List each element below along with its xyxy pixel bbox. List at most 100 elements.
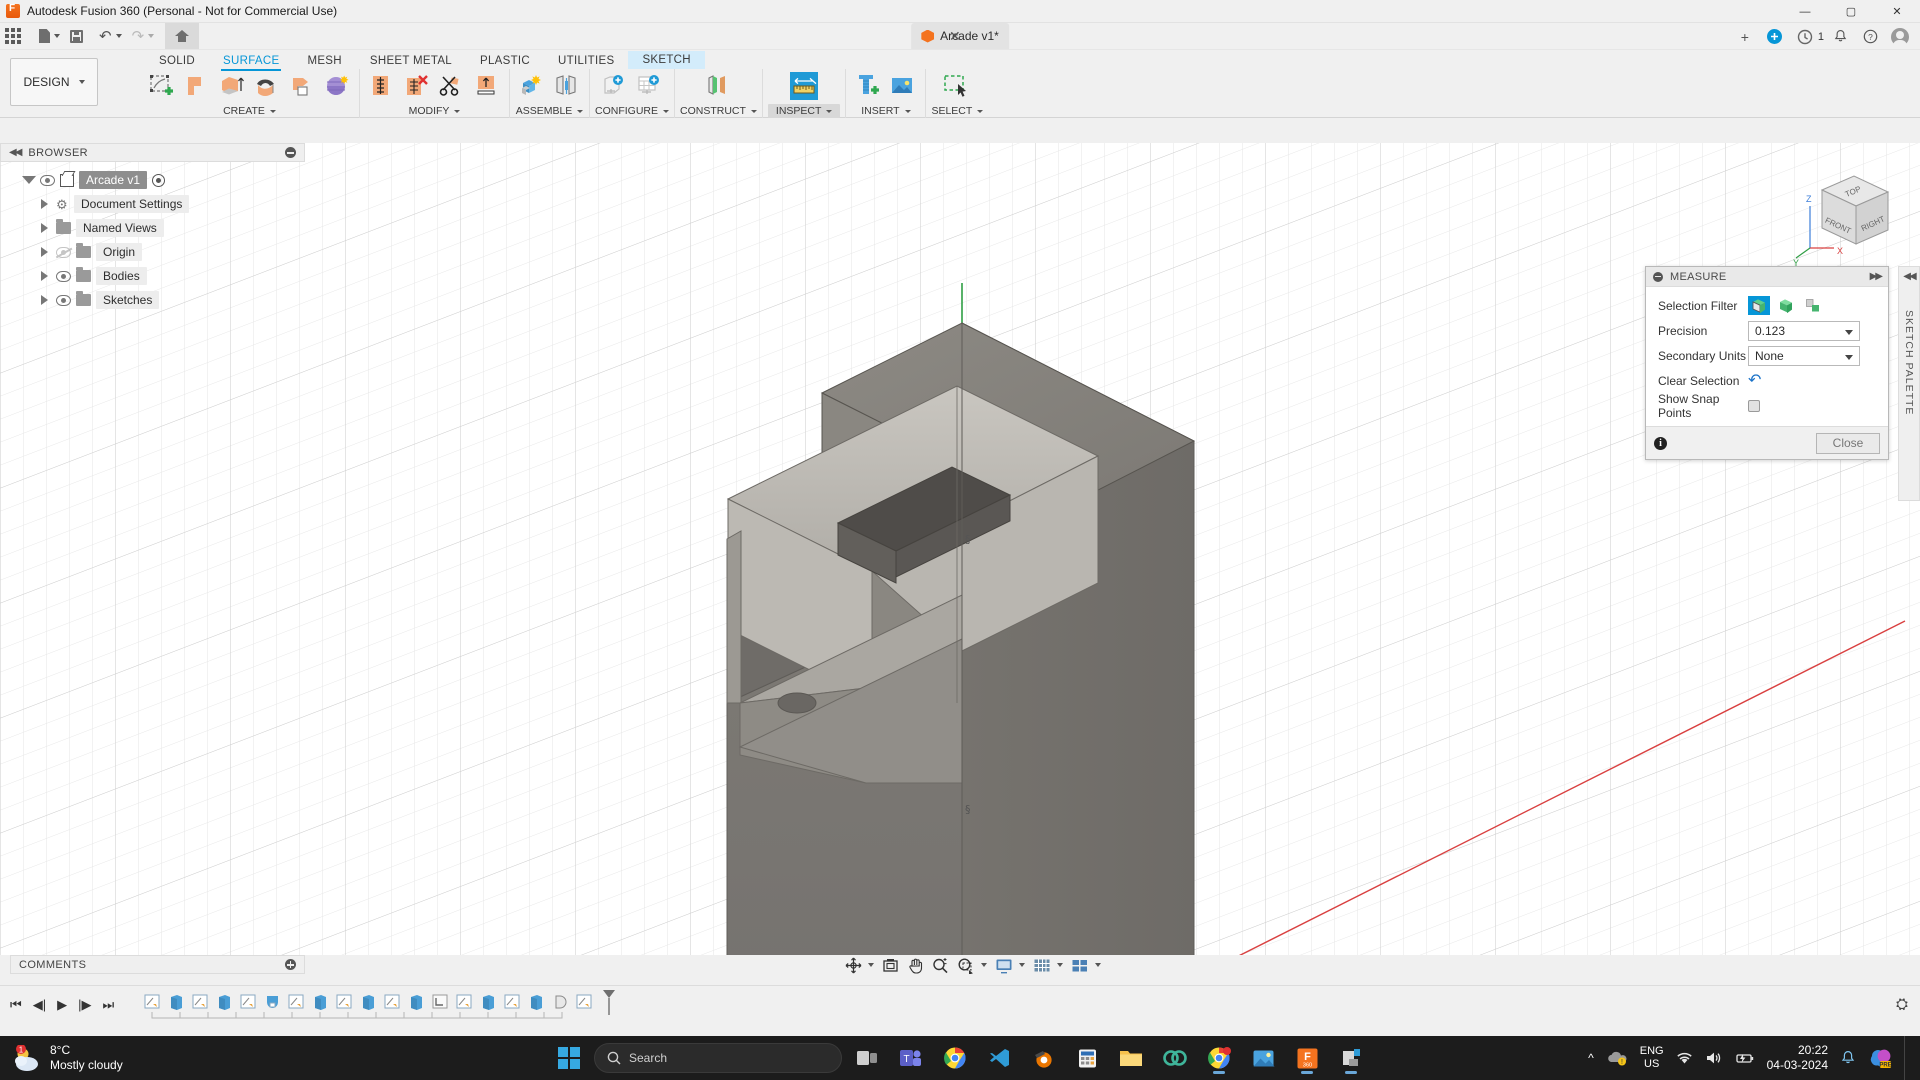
volume-icon[interactable] bbox=[1705, 1051, 1723, 1065]
tab-sketch[interactable]: SKETCH bbox=[628, 51, 705, 69]
go-to-end-button[interactable]: ⏭ bbox=[102, 997, 114, 1013]
stitch-button[interactable] bbox=[365, 70, 399, 102]
save-button[interactable] bbox=[65, 23, 88, 49]
teams-button[interactable]: T bbox=[894, 1041, 928, 1075]
browser-item-bodies[interactable]: Bodies bbox=[12, 264, 305, 288]
select-body-filter-button[interactable] bbox=[1775, 296, 1797, 315]
job-status-icon[interactable] bbox=[1791, 24, 1819, 50]
activate-component-radio[interactable] bbox=[152, 173, 166, 187]
visibility-eye-icon[interactable] bbox=[40, 174, 55, 186]
timeline-feature[interactable] bbox=[188, 991, 212, 1013]
expand-toggle[interactable] bbox=[38, 222, 51, 235]
photos-button[interactable] bbox=[1246, 1041, 1280, 1075]
tab-surface[interactable]: SURFACE bbox=[209, 53, 293, 71]
taskbar-clock[interactable]: 20:22 04-03-2024 bbox=[1767, 1043, 1828, 1073]
new-document-button[interactable] bbox=[34, 23, 65, 49]
wifi-icon[interactable] bbox=[1676, 1051, 1693, 1065]
trim-button[interactable] bbox=[435, 70, 469, 102]
browser-minimize-icon[interactable] bbox=[285, 147, 296, 158]
show-desktop-button[interactable] bbox=[1904, 1036, 1910, 1080]
sketch-palette-tab[interactable]: ◀◀ SKETCH PALETTE bbox=[1898, 266, 1920, 501]
extensions-icon[interactable] bbox=[1761, 24, 1789, 50]
timeline-feature[interactable] bbox=[572, 991, 596, 1013]
zoom-window-button[interactable] bbox=[954, 954, 990, 976]
browser-item-arcade-v1[interactable]: Arcade v1 bbox=[12, 168, 305, 192]
patch-button[interactable] bbox=[180, 70, 214, 102]
eclipse-button[interactable] bbox=[1158, 1041, 1192, 1075]
panel-assemble-label[interactable]: ASSEMBLE bbox=[516, 105, 584, 118]
visibility-eye-off-icon[interactable] bbox=[55, 246, 73, 258]
timeline-feature[interactable] bbox=[308, 991, 332, 1013]
redo-button[interactable]: ↷ bbox=[127, 23, 160, 49]
app-grid-button[interactable] bbox=[0, 23, 26, 49]
sweep-button[interactable] bbox=[285, 70, 319, 102]
clear-selection-undo-icon[interactable]: ↶ bbox=[1748, 372, 1761, 389]
blender-button[interactable] bbox=[1026, 1041, 1060, 1075]
calculator-button[interactable] bbox=[1070, 1041, 1104, 1075]
weather-widget[interactable]: 1 8°C Mostly cloudy bbox=[0, 1043, 123, 1073]
expand-toggle[interactable] bbox=[38, 246, 51, 259]
add-comment-icon[interactable] bbox=[285, 959, 296, 970]
panel-modify-label[interactable]: MODIFY bbox=[409, 105, 461, 118]
notification-bell-icon[interactable] bbox=[1840, 1050, 1856, 1066]
secondary-units-select[interactable]: None bbox=[1748, 345, 1860, 366]
timeline-settings-button[interactable]: ⛭ bbox=[1896, 996, 1920, 1013]
offset-plane-button[interactable] bbox=[701, 70, 735, 102]
tab-utilities[interactable]: UTILITIES bbox=[544, 53, 628, 69]
measure-expand-icon[interactable]: ▶▶ bbox=[1870, 271, 1883, 282]
create-sketch-button[interactable] bbox=[145, 70, 179, 102]
tab-mesh[interactable]: MESH bbox=[293, 53, 355, 69]
select-component-filter-button[interactable] bbox=[1802, 296, 1824, 315]
file-explorer-button[interactable] bbox=[1114, 1041, 1148, 1075]
orbit-button[interactable] bbox=[842, 954, 877, 976]
comments-panel[interactable]: COMMENTS bbox=[10, 955, 305, 974]
visibility-eye-icon[interactable] bbox=[56, 294, 71, 306]
chrome2-button[interactable] bbox=[1202, 1041, 1236, 1075]
display-settings-button[interactable] bbox=[992, 954, 1028, 976]
timeline-feature[interactable] bbox=[452, 991, 476, 1013]
tray-onedrive-icon[interactable]: ! bbox=[1606, 1050, 1628, 1066]
vscode-button[interactable] bbox=[982, 1041, 1016, 1075]
start-button[interactable] bbox=[552, 1041, 586, 1075]
panel-select-label[interactable]: SELECT bbox=[931, 105, 984, 118]
home-button[interactable] bbox=[165, 23, 200, 49]
taskbar-search[interactable]: Search bbox=[594, 1043, 842, 1073]
timeline-feature[interactable] bbox=[140, 991, 164, 1013]
select-face-filter-button[interactable] bbox=[1748, 296, 1770, 315]
browser-item-origin[interactable]: Origin bbox=[12, 240, 305, 264]
panel-construct-label[interactable]: CONSTRUCT bbox=[680, 105, 757, 118]
timeline-feature[interactable] bbox=[524, 991, 548, 1013]
help-icon[interactable]: ? bbox=[1856, 24, 1884, 50]
look-at-button[interactable] bbox=[879, 954, 902, 976]
select-window-button[interactable] bbox=[940, 70, 974, 102]
expand-toggle[interactable] bbox=[38, 294, 51, 307]
user-avatar[interactable] bbox=[1886, 24, 1914, 50]
precision-select[interactable]: 0.123 bbox=[1748, 320, 1860, 341]
unstitch-button[interactable] bbox=[400, 70, 434, 102]
notifications-bell-icon[interactable] bbox=[1826, 24, 1854, 50]
task-view-button[interactable] bbox=[850, 1041, 884, 1075]
browser-item-document-settings[interactable]: ⚙ Document Settings bbox=[12, 192, 305, 216]
fusion-helper-button[interactable] bbox=[1334, 1041, 1368, 1075]
play-button[interactable]: ▶ bbox=[57, 997, 67, 1013]
pan-button[interactable] bbox=[904, 954, 927, 976]
timeline-feature[interactable] bbox=[428, 991, 452, 1013]
revolve-button[interactable] bbox=[250, 70, 284, 102]
extend-button[interactable] bbox=[470, 70, 504, 102]
tray-expand-button[interactable]: ^ bbox=[1588, 1051, 1594, 1065]
configure-design-button[interactable] bbox=[598, 70, 632, 102]
step-back-button[interactable]: ◀| bbox=[33, 997, 46, 1013]
timeline-feature[interactable] bbox=[284, 991, 308, 1013]
insert-mcmaster-button[interactable] bbox=[851, 70, 885, 102]
timeline-feature[interactable] bbox=[476, 991, 500, 1013]
go-to-beginning-button[interactable]: ⏮ bbox=[10, 997, 22, 1013]
view-cube[interactable]: TOP FRONT RIGHT Z X Y bbox=[1792, 160, 1890, 268]
timeline-feature[interactable] bbox=[164, 991, 188, 1013]
timeline-feature[interactable] bbox=[548, 991, 572, 1013]
sketch-palette-collapse-icon[interactable]: ◀◀ bbox=[1903, 271, 1916, 282]
expand-toggle[interactable] bbox=[21, 174, 36, 187]
expand-toggle[interactable] bbox=[38, 198, 51, 211]
copilot-icon[interactable]: PRE bbox=[1868, 1047, 1892, 1069]
timeline-feature[interactable] bbox=[380, 991, 404, 1013]
visibility-eye-icon[interactable] bbox=[56, 270, 71, 282]
